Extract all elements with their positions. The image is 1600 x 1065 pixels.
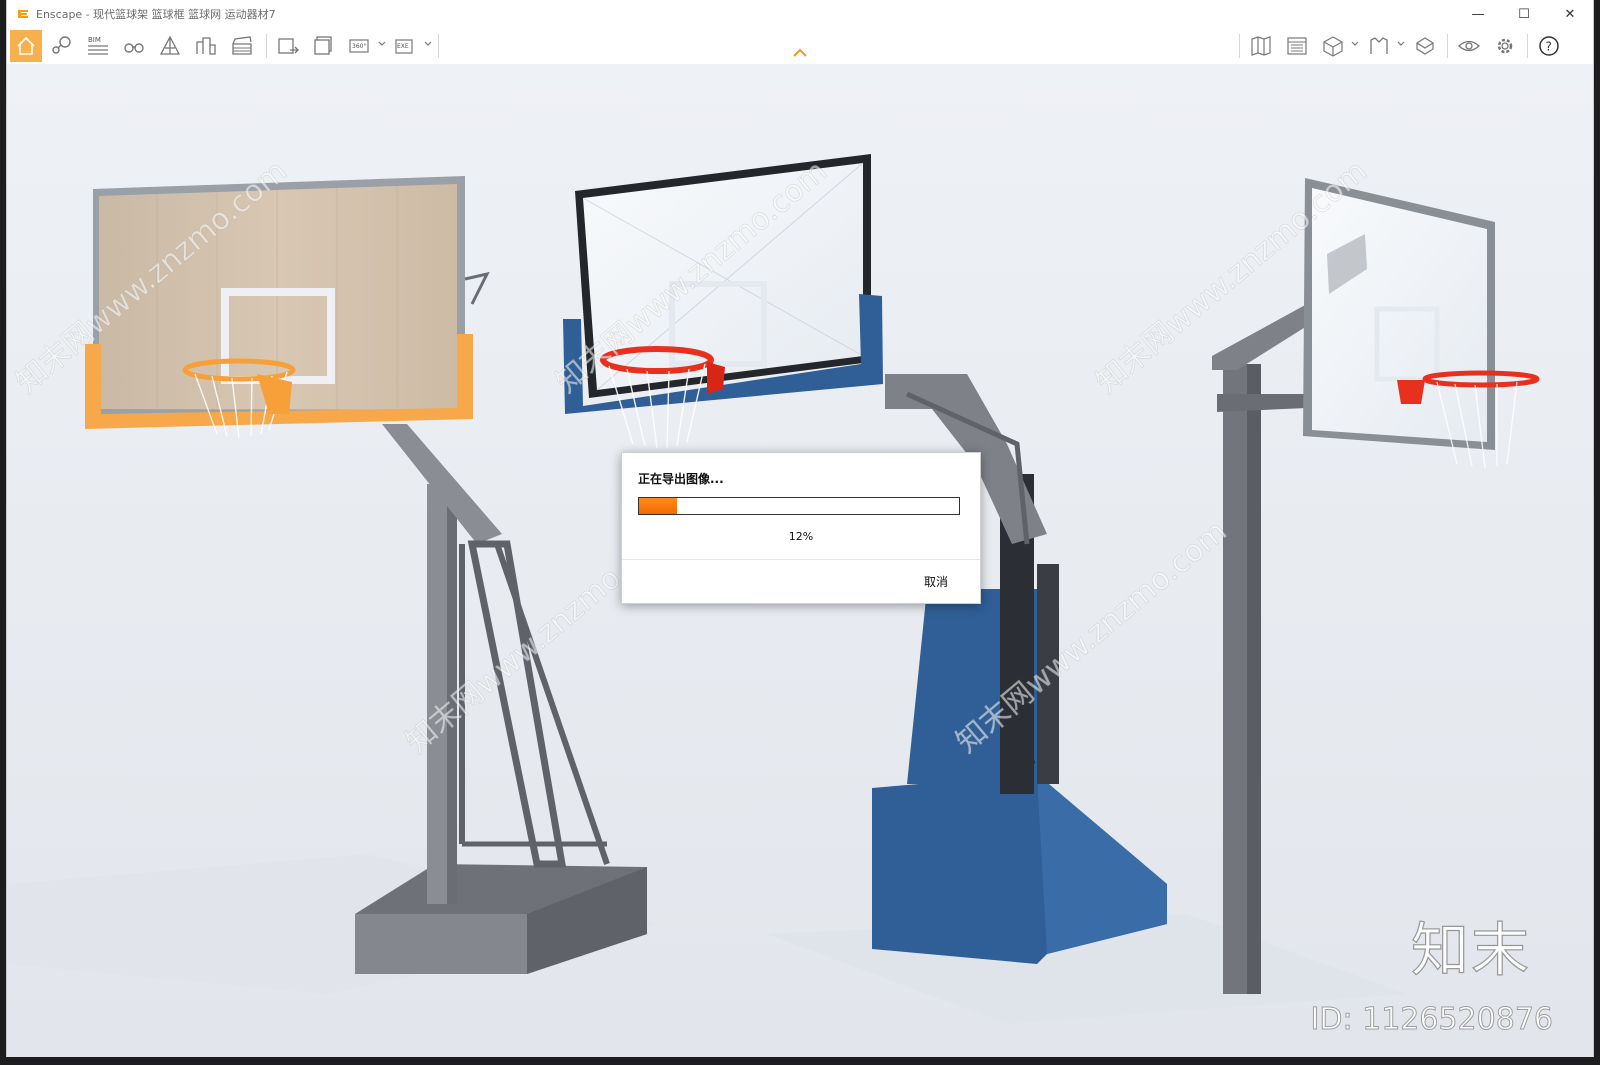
bim-icon: BIM xyxy=(88,36,108,55)
progress-bar xyxy=(638,497,960,515)
video-editor-button[interactable] xyxy=(226,30,258,62)
perspective-button[interactable] xyxy=(154,30,186,62)
enscape-logo-icon xyxy=(18,10,28,18)
visual-settings-button[interactable] xyxy=(1453,30,1485,62)
chevron-down-icon[interactable] xyxy=(378,40,386,48)
dialog-divider xyxy=(622,559,980,560)
views-button[interactable] xyxy=(46,30,78,62)
material-editor-button[interactable] xyxy=(1409,30,1441,62)
id-watermark: ID: 1126520876 xyxy=(1310,1002,1553,1038)
site-context-button[interactable] xyxy=(190,30,222,62)
home-icon xyxy=(17,36,35,55)
bim-button[interactable]: BIM xyxy=(82,30,114,62)
asset-library-icon xyxy=(1287,37,1307,55)
cancel-button[interactable]: 取消 xyxy=(924,573,948,590)
batch-render-icon xyxy=(314,36,332,55)
title-bar: Enscape - 现代篮球架 篮球框 篮球网 运动器材7 — ☐ ✕ xyxy=(7,0,1593,28)
binoculars-icon xyxy=(124,43,144,53)
exe-export-icon: EXE xyxy=(395,39,413,54)
toolbar-separator xyxy=(1527,34,1528,58)
exe-export-button[interactable]: EXE xyxy=(390,30,422,62)
chevron-down-icon[interactable] xyxy=(1397,40,1405,48)
map-view-button[interactable] xyxy=(1245,30,1277,62)
buildings-icon xyxy=(196,37,216,55)
chevron-down-icon[interactable] xyxy=(1351,40,1359,48)
clapperboard-icon xyxy=(232,36,252,55)
window-controls: — ☐ ✕ xyxy=(1455,0,1593,28)
toolbar-separator xyxy=(438,34,439,58)
svg-text:EXE: EXE xyxy=(397,43,409,50)
cube-view-icon xyxy=(1323,36,1343,57)
brand-watermark: 知末 xyxy=(1410,915,1531,984)
cube-view-button[interactable] xyxy=(1317,30,1349,62)
chevron-down-icon[interactable] xyxy=(424,40,432,48)
panorama-360-icon: 360° xyxy=(349,39,369,53)
toolbar-separator xyxy=(1239,34,1240,58)
settings-button[interactable] xyxy=(1489,30,1521,62)
map-pin-icon xyxy=(52,36,71,54)
progress-percent: 12% xyxy=(788,530,814,543)
walk-mode-button[interactable] xyxy=(118,30,150,62)
window-title: Enscape - 现代篮球架 篮球框 篮球网 运动器材7 xyxy=(36,8,276,21)
perspective-icon xyxy=(159,35,181,55)
toolbar: BIM 360° EXE ? xyxy=(7,28,1593,66)
close-button[interactable]: ✕ xyxy=(1547,0,1593,28)
screenshot-export-button[interactable] xyxy=(272,30,304,62)
minimize-button[interactable]: — xyxy=(1455,0,1501,28)
settings-icon xyxy=(1497,38,1513,54)
svg-text:360°: 360° xyxy=(352,43,366,50)
enscape-window: Enscape - 现代篮球架 篮球框 篮球网 运动器材7 — ☐ ✕ BIM xyxy=(6,0,1594,1057)
export-progress-dialog: 正在导出图像... 12% 取消 xyxy=(621,452,981,604)
toolbar-separator xyxy=(1447,34,1448,58)
toolbar-separator xyxy=(266,34,267,58)
svg-text:?: ? xyxy=(1546,40,1552,54)
reflect-map-button[interactable] xyxy=(1363,30,1395,62)
help-button[interactable]: ? xyxy=(1533,30,1565,62)
panorama-export-button[interactable]: 360° xyxy=(344,30,376,62)
progress-bar-fill xyxy=(639,498,678,514)
svg-text:BIM: BIM xyxy=(88,36,101,44)
home-button[interactable] xyxy=(10,30,42,62)
material-editor-icon xyxy=(1415,37,1435,55)
batch-render-button[interactable] xyxy=(308,30,340,62)
maximize-button[interactable]: ☐ xyxy=(1501,0,1547,28)
map-view-icon xyxy=(1251,36,1271,56)
asset-library-button[interactable] xyxy=(1281,30,1313,62)
help-icon: ? xyxy=(1539,36,1559,56)
screenshot-export-icon xyxy=(278,38,299,54)
visual-settings-icon xyxy=(1458,40,1480,52)
collapse-toolbar-icon[interactable] xyxy=(792,48,808,58)
reflect-map-icon xyxy=(1370,37,1388,54)
dialog-title: 正在导出图像... xyxy=(638,472,724,486)
